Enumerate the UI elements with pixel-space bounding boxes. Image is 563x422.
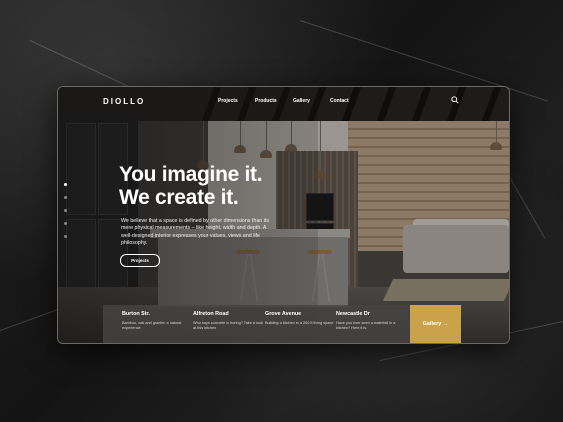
nav-gallery[interactable]: Gallery: [293, 98, 310, 104]
card-title: Alfreton Road: [193, 311, 229, 317]
project-cards-bar: Burton Str. Bamboo, oak and granite: a n…: [103, 305, 411, 343]
nav-contact[interactable]: Contact: [330, 98, 349, 104]
slider-dot[interactable]: [64, 209, 67, 212]
rug: [382, 279, 509, 301]
card-description: Bamboo, oak and granite: a natural exper…: [122, 321, 182, 330]
slider-dot[interactable]: [64, 183, 67, 186]
slider-dot[interactable]: [64, 222, 67, 225]
gallery-button[interactable]: Gallery →: [410, 305, 461, 343]
card-title: Grove Avenue: [265, 311, 302, 317]
slider-dots: [64, 183, 68, 248]
card-title: Burton Str.: [122, 311, 150, 317]
project-card-alfreton[interactable]: Alfreton Road Who says concrete is borin…: [193, 311, 263, 331]
website-mockup: DIOLLO Projects Products Gallery Contact…: [57, 86, 510, 344]
nav-projects[interactable]: Projects: [218, 98, 238, 104]
projects-button[interactable]: Projects: [120, 254, 160, 267]
slider-dot[interactable]: [64, 196, 67, 199]
card-description: Building a kitchen in a 200 ft living sp…: [265, 321, 334, 325]
headline-line-1: You imagine it.: [119, 163, 263, 186]
brand-logo[interactable]: DIOLLO: [103, 97, 145, 106]
card-description: Have you ever seen a waterfall in a kitc…: [336, 321, 396, 330]
project-card-newcastle[interactable]: Newcastle Dr Have you ever seen a waterf…: [336, 311, 406, 331]
card-title: Newcastle Dr: [336, 311, 370, 317]
sofa: [403, 225, 509, 273]
headline-line-2: We create it.: [119, 186, 239, 209]
hero-description: We believe that a space is defined by ot…: [121, 218, 270, 246]
hero-headline: You imagine it. We create it.: [119, 163, 263, 209]
pendant-lamp: [490, 142, 502, 150]
slider-dot[interactable]: [64, 235, 67, 238]
card-description: Who says concrete is boring? Take a look…: [193, 321, 263, 330]
project-card-burton[interactable]: Burton Str. Bamboo, oak and granite: a n…: [122, 311, 192, 331]
nav-products[interactable]: Products: [255, 98, 277, 104]
project-card-grove[interactable]: Grove Avenue Building a kitchen in a 200…: [265, 311, 335, 326]
search-icon[interactable]: [451, 96, 459, 104]
